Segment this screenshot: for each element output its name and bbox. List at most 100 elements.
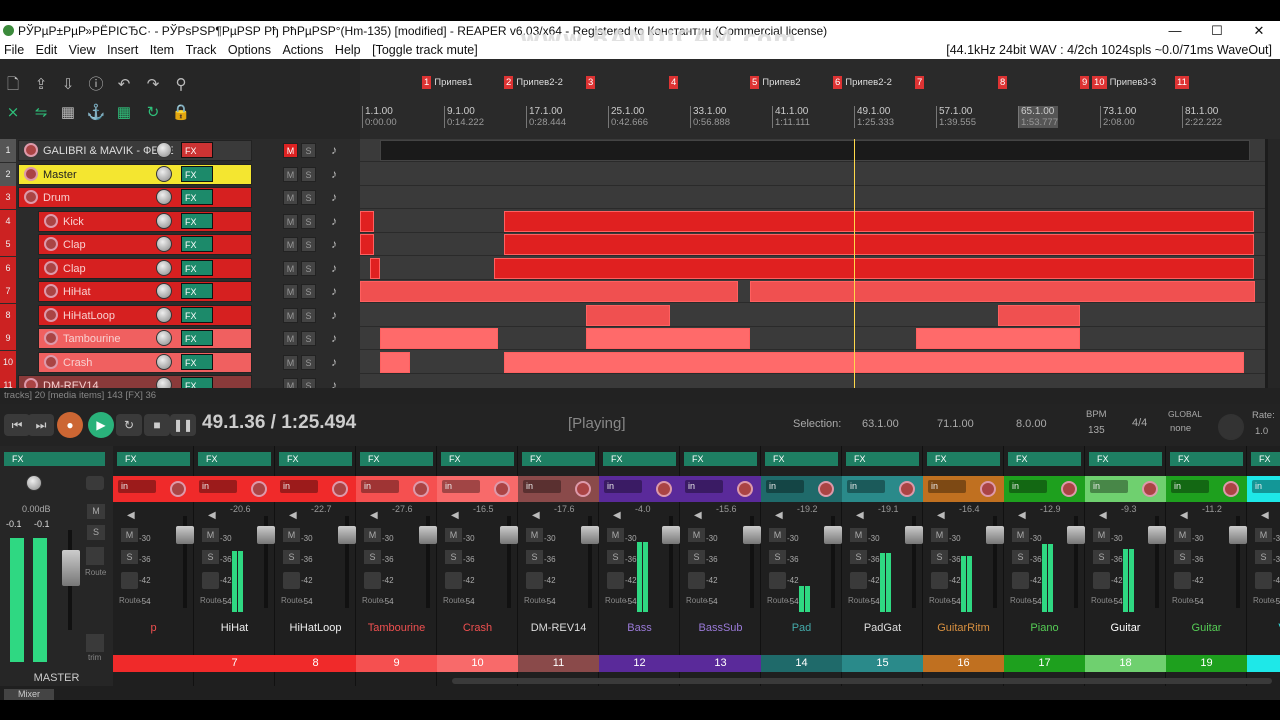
strip-name[interactable]: GuitarRitm xyxy=(923,622,1004,634)
selection-start[interactable]: 63.1.00 xyxy=(862,418,899,430)
record-arm-icon[interactable] xyxy=(24,378,38,388)
track-fx-button[interactable]: FX xyxy=(181,165,213,182)
strip-fader[interactable] xyxy=(1148,526,1166,544)
route-icon[interactable] xyxy=(1255,572,1272,589)
strip-fx-button[interactable]: FX xyxy=(279,452,352,466)
menu-help[interactable]: Help xyxy=(331,41,365,59)
menu-insert[interactable]: Insert xyxy=(103,41,142,59)
strip-fx-button[interactable]: FX xyxy=(117,452,190,466)
master-route-icon[interactable] xyxy=(86,547,104,565)
track-mute-button[interactable]: M xyxy=(283,260,298,276)
time-signature[interactable]: 4/4 xyxy=(1132,417,1147,429)
strip-mute-button[interactable]: M xyxy=(607,528,624,542)
go-to-end-button[interactable]: ⏭ xyxy=(28,414,54,436)
track-row[interactable]: 7 HiHat FX M S ♪ xyxy=(0,280,360,303)
speaker-icon[interactable]: ◀ xyxy=(370,510,378,521)
strip-fader[interactable] xyxy=(824,526,842,544)
record-arm-icon[interactable] xyxy=(44,284,58,298)
repeat-button[interactable]: ↻ xyxy=(116,414,142,436)
record-arm-icon[interactable] xyxy=(44,354,58,369)
input-button[interactable]: in xyxy=(199,480,237,493)
grid-icon[interactable]: ▦ xyxy=(57,103,79,123)
strip-solo-button[interactable]: S xyxy=(688,550,705,564)
track-lane[interactable] xyxy=(360,257,1265,280)
master-fader[interactable] xyxy=(62,550,80,586)
rate-knob[interactable] xyxy=(1218,414,1244,440)
route-icon[interactable] xyxy=(1093,572,1110,589)
maximize-icon[interactable]: ☐ xyxy=(1196,21,1238,41)
track-lane[interactable] xyxy=(360,304,1265,327)
strip-solo-button[interactable]: S xyxy=(364,550,381,564)
track-fx-button[interactable]: FX xyxy=(181,189,213,205)
track-mute-button[interactable]: M xyxy=(283,190,298,205)
strip-fader[interactable] xyxy=(419,526,437,544)
speaker-icon[interactable]: ◀ xyxy=(1261,510,1269,521)
record-arm-icon[interactable] xyxy=(24,143,38,157)
master-pan-knob[interactable] xyxy=(26,475,42,491)
record-arm-icon[interactable] xyxy=(44,213,58,228)
record-button[interactable]: ● xyxy=(57,412,83,438)
media-item[interactable] xyxy=(504,351,1244,373)
strip-name[interactable]: DM-REV14 xyxy=(518,622,599,634)
route-icon[interactable] xyxy=(688,572,705,589)
new-project-icon[interactable]: 🗋 xyxy=(2,75,24,95)
speaker-icon[interactable]: ◀ xyxy=(775,510,783,521)
track-fx-button[interactable]: FX xyxy=(181,353,213,370)
media-item[interactable] xyxy=(504,234,1254,255)
track-mute-button[interactable]: M xyxy=(283,143,298,158)
strip-solo-button[interactable]: S xyxy=(202,550,219,564)
track-mute-button[interactable]: M xyxy=(283,378,298,388)
strip-fx-button[interactable]: FX xyxy=(1008,452,1081,466)
speaker-icon[interactable]: ◀ xyxy=(1099,510,1107,521)
track-header[interactable]: Tambourine FX xyxy=(38,328,252,349)
media-item[interactable] xyxy=(586,328,750,349)
strip-mute-button[interactable]: M xyxy=(283,528,300,542)
track-fx-button[interactable]: FX xyxy=(181,377,213,388)
marker[interactable]: 9 xyxy=(1080,76,1092,90)
strip-name[interactable]: PadGat xyxy=(842,622,923,634)
track-row[interactable]: 9 Tambourine FX M S ♪ xyxy=(0,327,360,350)
strip-record-arm-icon[interactable] xyxy=(251,481,267,497)
media-item[interactable] xyxy=(360,281,738,302)
track-name[interactable]: HiHat xyxy=(63,286,91,298)
speaker-icon[interactable]: ◀ xyxy=(127,510,135,521)
strip-solo-button[interactable]: S xyxy=(607,550,624,564)
record-arm-icon[interactable] xyxy=(44,307,58,322)
track-row[interactable]: 2 Master FX M S ♪ xyxy=(0,162,360,186)
track-volume-knob[interactable] xyxy=(156,330,172,346)
strip-solo-button[interactable]: S xyxy=(526,550,543,564)
strip-fx-button[interactable]: FX xyxy=(927,452,1000,466)
marker[interactable]: 4 xyxy=(669,76,681,90)
strip-record-arm-icon[interactable] xyxy=(1061,481,1077,497)
strip-solo-button[interactable]: S xyxy=(121,550,138,564)
marker[interactable]: 5 Припев2 xyxy=(750,76,800,90)
track-name[interactable]: Kick xyxy=(63,216,84,228)
redo-icon[interactable]: ↷ xyxy=(142,75,164,95)
strip-fx-button[interactable]: FX xyxy=(1089,452,1162,466)
track-fx-button[interactable]: FX xyxy=(181,236,213,252)
marker[interactable]: 11 xyxy=(1175,76,1192,90)
track-solo-button[interactable]: S xyxy=(301,190,316,205)
route-icon[interactable] xyxy=(1174,572,1191,589)
strip-record-arm-icon[interactable] xyxy=(332,481,348,497)
strip-fader[interactable] xyxy=(1229,526,1247,544)
close-icon[interactable]: ✕ xyxy=(1238,21,1280,41)
global-automation[interactable]: none xyxy=(1170,423,1191,434)
record-arm-icon[interactable] xyxy=(24,166,38,181)
track-name[interactable]: GALIBRI & MAVIK - ФЕДЕ xyxy=(43,145,174,157)
track-row[interactable]: 3 Drum FX M S ♪ xyxy=(0,186,360,209)
track-volume-knob[interactable] xyxy=(156,259,172,276)
media-item[interactable] xyxy=(360,234,374,255)
media-item[interactable] xyxy=(494,257,1254,279)
track-volume-knob[interactable] xyxy=(156,377,172,388)
strip-fader[interactable] xyxy=(743,526,761,544)
input-button[interactable]: in xyxy=(1090,480,1128,493)
track-name[interactable]: Clap xyxy=(63,239,86,251)
speaker-icon[interactable]: ◀ xyxy=(208,510,216,521)
track-mute-button[interactable]: M xyxy=(283,284,298,299)
strip-mute-button[interactable]: M xyxy=(526,528,543,542)
menu-last-action[interactable]: [Toggle track mute] xyxy=(368,41,482,59)
track-volume-knob[interactable] xyxy=(156,212,172,229)
menu-item[interactable]: Item xyxy=(146,41,178,59)
strip-fx-button[interactable]: FX xyxy=(846,452,919,466)
